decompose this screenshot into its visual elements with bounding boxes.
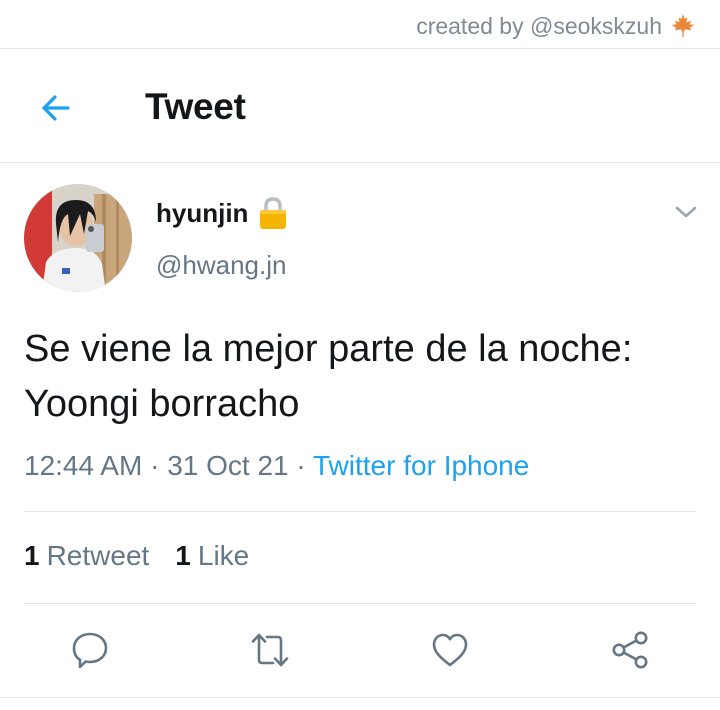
page-title: Tweet xyxy=(145,86,246,127)
author-name-row: hyunjin xyxy=(156,196,288,230)
retweets-stat[interactable]: 1 Retweet xyxy=(24,540,149,572)
meta-separator: · xyxy=(296,450,306,481)
like-icon[interactable] xyxy=(428,628,472,672)
stats-divider xyxy=(24,603,696,604)
retweet-icon[interactable] xyxy=(248,628,292,672)
avatar[interactable] xyxy=(24,184,132,292)
tweet-source-link[interactable]: Twitter for Iphone xyxy=(313,450,529,481)
likes-label: Like xyxy=(197,540,250,571)
share-icon[interactable] xyxy=(608,628,652,672)
meta-separator: · xyxy=(150,450,160,481)
header-divider xyxy=(0,162,720,163)
chevron-down-icon[interactable] xyxy=(672,202,700,222)
lock-icon xyxy=(260,197,287,229)
credit-divider xyxy=(0,48,720,49)
tweet-date: 31 Oct 21 xyxy=(167,450,289,481)
maple-leaf-icon xyxy=(671,14,695,37)
author-handle[interactable]: @hwang.jn xyxy=(156,250,286,281)
avatar-image xyxy=(24,184,132,292)
reply-icon[interactable] xyxy=(68,628,112,672)
credit-line: created by @seokskzuh xyxy=(416,10,696,42)
bottom-divider xyxy=(0,697,720,698)
back-arrow-icon[interactable] xyxy=(36,88,76,128)
display-name[interactable]: hyunjin xyxy=(156,198,248,229)
meta-divider xyxy=(24,511,696,512)
credit-text: created by @seokskzuh xyxy=(416,12,662,39)
likes-stat[interactable]: 1 Like xyxy=(175,540,249,572)
top-bar: Tweet xyxy=(0,50,720,162)
likes-count: 1 xyxy=(175,540,191,571)
retweets-count: 1 xyxy=(24,540,40,571)
tweet-text: Se viene la mejor parte de la noche: Yoo… xyxy=(24,328,633,425)
tweet-stats: 1 Retweet 1 Like xyxy=(24,540,249,572)
tweet-meta: 12:44 AM · 31 Oct 21 · Twitter for Iphon… xyxy=(24,450,529,482)
retweets-label: Retweet xyxy=(46,540,150,571)
tweet-time: 12:44 AM xyxy=(24,450,143,481)
